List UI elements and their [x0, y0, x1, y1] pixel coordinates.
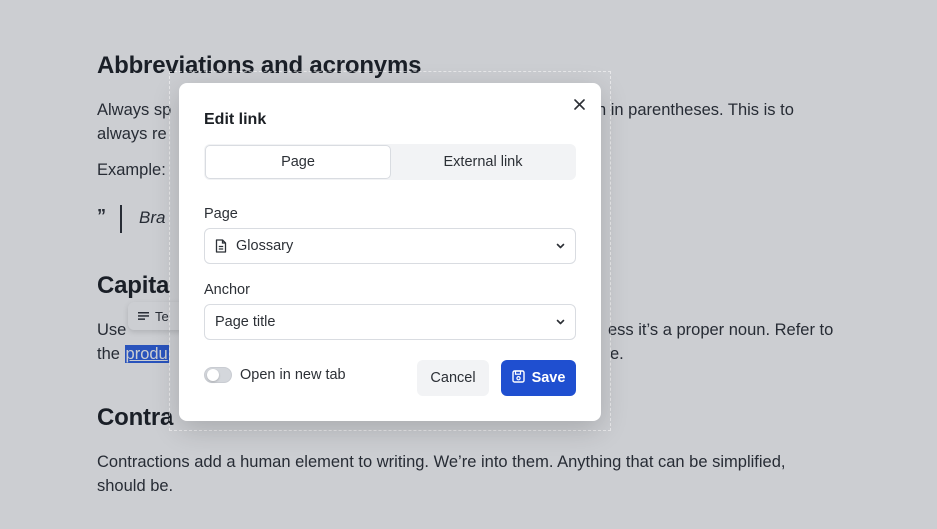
- dialog-title: Edit link: [204, 111, 267, 128]
- tab-page[interactable]: Page: [205, 145, 391, 179]
- open-new-tab-row: Open in new tab: [204, 367, 346, 383]
- anchor-field-label: Anchor: [204, 282, 250, 298]
- tab-external-link[interactable]: External link: [391, 145, 575, 179]
- close-button[interactable]: [567, 93, 591, 117]
- anchor-select[interactable]: Page title: [204, 304, 576, 340]
- open-new-tab-toggle[interactable]: [204, 367, 232, 383]
- save-icon: [511, 369, 525, 387]
- page-field-label: Page: [204, 206, 238, 222]
- cancel-button[interactable]: Cancel: [417, 360, 489, 396]
- close-icon: [573, 98, 585, 113]
- chevron-down-icon: [556, 319, 565, 325]
- save-button-label: Save: [531, 370, 566, 386]
- document-icon: [215, 239, 227, 253]
- chevron-down-icon: [556, 243, 565, 249]
- toggle-knob: [207, 369, 219, 381]
- edit-link-dialog: Edit link Page External link Page Glossa…: [179, 83, 601, 421]
- open-new-tab-label: Open in new tab: [240, 367, 346, 383]
- link-type-tabs: Page External link: [204, 144, 576, 180]
- page-select-value: Glossary: [236, 238, 294, 254]
- page-select[interactable]: Glossary: [204, 228, 576, 264]
- save-button[interactable]: Save: [501, 360, 576, 396]
- anchor-select-value: Page title: [215, 314, 276, 330]
